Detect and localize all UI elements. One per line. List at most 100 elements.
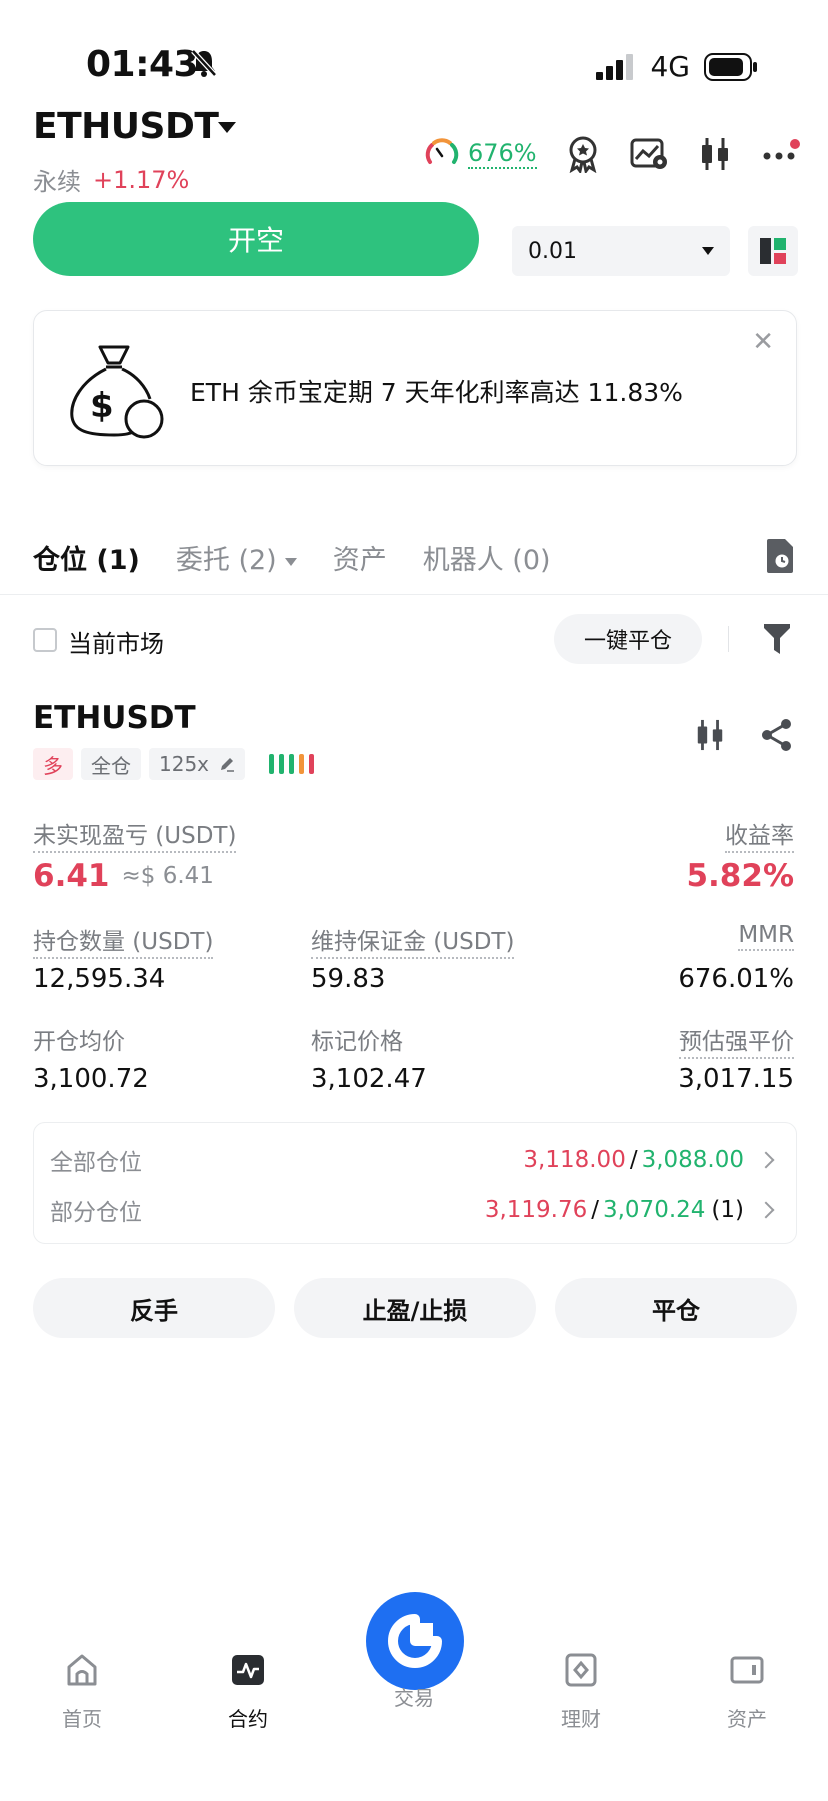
filter-divider — [728, 626, 729, 652]
promo-text: ETH 余币宝定期 7 天年化利率高达 11.83% — [190, 378, 683, 407]
mmr-value: 676% — [468, 139, 537, 169]
badge-icon[interactable] — [563, 134, 603, 174]
close-position-button[interactable]: 平仓 — [555, 1278, 797, 1338]
current-market-label[interactable]: 当前市场 — [68, 624, 164, 659]
close-icon[interactable]: ✕ — [752, 327, 774, 357]
maint-margin-label[interactable]: 维持保证金 (USDT) — [311, 922, 515, 959]
layout-icon — [760, 238, 786, 264]
tpsl-all-sl: 3,088.00 — [641, 1147, 744, 1173]
pair-dropdown-icon[interactable] — [218, 122, 236, 133]
nav-assets[interactable]: 资产 — [697, 1652, 797, 1732]
reverse-button[interactable]: 反手 — [33, 1278, 275, 1338]
adl-bar — [309, 754, 315, 774]
adl-bar — [299, 754, 305, 774]
nav-earn-label: 理财 — [561, 1707, 601, 1731]
position-tags: 多 全仓 125x — [33, 748, 315, 780]
adl-bar — [269, 754, 275, 774]
size-value: 12,595.34 — [33, 964, 166, 994]
current-market-checkbox[interactable] — [33, 628, 57, 652]
tpsl-all-row[interactable]: 全部仓位 3,118.00 / 3,088.00 — [50, 1143, 780, 1177]
quantity-select[interactable]: 0.01 — [512, 226, 730, 276]
order-history-icon[interactable] — [764, 538, 794, 574]
adl-bar — [279, 754, 285, 774]
tab-orders-label: 委托 (2) — [175, 545, 277, 576]
position-tabs: 仓位 (1) 委托 (2) 资产 机器人 (0) — [33, 538, 551, 577]
tpsl-partial-values: 3,119.76 / 3,070.24 (1) — [485, 1197, 780, 1223]
trade-button[interactable] — [366, 1592, 464, 1690]
status-time: 01:43 — [86, 44, 199, 85]
leverage-tag[interactable]: 125x — [149, 748, 246, 780]
liq-price-value: 3,017.15 — [678, 1064, 794, 1094]
tab-orders[interactable]: 委托 (2) — [176, 538, 297, 577]
adl-indicator — [269, 754, 315, 774]
leverage-value: 125x — [159, 752, 210, 776]
entry-price-value: 3,100.72 — [33, 1064, 149, 1094]
pnl-value: 6.41 — [33, 858, 110, 894]
position-symbol[interactable]: ETHUSDT — [33, 700, 196, 736]
tab-bots[interactable]: 机器人 (0) — [423, 538, 551, 577]
tpsl-all-tp: 3,118.00 — [523, 1147, 626, 1173]
more-icon[interactable] — [761, 134, 801, 174]
tpsl-all-label: 全部仓位 — [50, 1150, 142, 1176]
share-icon[interactable] — [760, 718, 794, 752]
header-toolbar: 676% — [424, 134, 801, 174]
tpsl-partial-sl: 3,070.24 — [602, 1197, 706, 1223]
roe-value: 5.82% — [686, 858, 794, 894]
tpsl-partial-label: 部分仓位 — [50, 1200, 142, 1226]
filter-icon[interactable] — [762, 622, 792, 656]
liq-price-label[interactable]: 预估强平价 — [679, 1022, 794, 1059]
entry-price-label: 开仓均价 — [33, 1029, 125, 1055]
open-short-button[interactable]: 开空 — [33, 202, 479, 276]
nav-futures[interactable]: 合约 — [198, 1652, 298, 1732]
contract-type: 永续 — [33, 168, 81, 196]
futures-icon — [232, 1655, 264, 1685]
mark-price-value: 3,102.47 — [311, 1064, 427, 1094]
edit-icon — [221, 758, 235, 772]
roe-label[interactable]: 收益率 — [725, 816, 794, 853]
svg-text:$: $ — [90, 386, 114, 426]
risk-gauge-icon — [425, 138, 459, 164]
maint-margin-value: 59.83 — [311, 964, 386, 994]
tab-assets[interactable]: 资产 — [333, 538, 387, 577]
nav-futures-label: 合约 — [228, 1707, 268, 1731]
tab-positions[interactable]: 仓位 (1) — [33, 538, 140, 577]
side-tag: 多 — [33, 748, 73, 780]
nav-home[interactable]: 首页 — [32, 1652, 132, 1732]
candlestick-icon[interactable] — [695, 134, 735, 174]
layout-toggle-button[interactable] — [748, 226, 798, 276]
nav-earn[interactable]: 理财 — [531, 1652, 631, 1732]
mmr-indicator[interactable]: 676% — [424, 136, 537, 172]
wallet-icon — [730, 1656, 764, 1684]
mmr-value: 676.01% — [678, 964, 794, 994]
promo-banner[interactable]: $ ETH 余币宝定期 7 天年化利率高达 11.83% ✕ — [33, 310, 797, 466]
tpsl-partial-row[interactable]: 部分仓位 3,119.76 / 3,070.24 (1) — [50, 1193, 780, 1227]
position-actions — [694, 718, 794, 752]
pnl-label[interactable]: 未实现盈亏 (USDT) — [33, 816, 237, 853]
margin-mode-tag[interactable]: 全仓 — [81, 748, 141, 780]
tpsl-partial-tp: 3,119.76 — [484, 1197, 588, 1223]
pnl-values: 6.41 ≈$ 6.41 — [33, 858, 214, 894]
chevron-down-icon — [284, 557, 297, 566]
chevron-right-icon — [757, 1151, 775, 1169]
close-all-button[interactable]: 一键平仓 — [554, 614, 702, 664]
status-indicators: 4G — [596, 50, 758, 83]
home-icon — [67, 1654, 97, 1686]
tpsl-button[interactable]: 止盈/止损 — [294, 1278, 536, 1338]
tpsl-panel: 全部仓位 3,118.00 / 3,088.00 部分仓位 3,119.76 /… — [33, 1122, 797, 1244]
tpsl-separator: / — [629, 1147, 638, 1173]
pair-subtitle: 永续 +1.17% — [33, 162, 189, 197]
chevron-down-icon — [702, 247, 714, 255]
trade-logo-icon — [388, 1614, 442, 1668]
nav-home-label: 首页 — [62, 1707, 102, 1731]
candlestick-icon[interactable] — [694, 718, 726, 752]
mmr-label[interactable]: MMR — [738, 922, 794, 951]
size-label[interactable]: 持仓数量 (USDT) — [33, 922, 214, 959]
quantity-value: 0.01 — [528, 238, 577, 264]
pair-title[interactable]: ETHUSDT — [33, 106, 219, 147]
battery-icon — [704, 52, 757, 81]
bell-muted-icon — [191, 49, 217, 77]
earn-icon — [565, 1653, 597, 1687]
nav-trade-label: 交易 — [394, 1686, 434, 1710]
chart-settings-icon[interactable] — [629, 134, 669, 174]
adl-bar — [289, 754, 295, 774]
